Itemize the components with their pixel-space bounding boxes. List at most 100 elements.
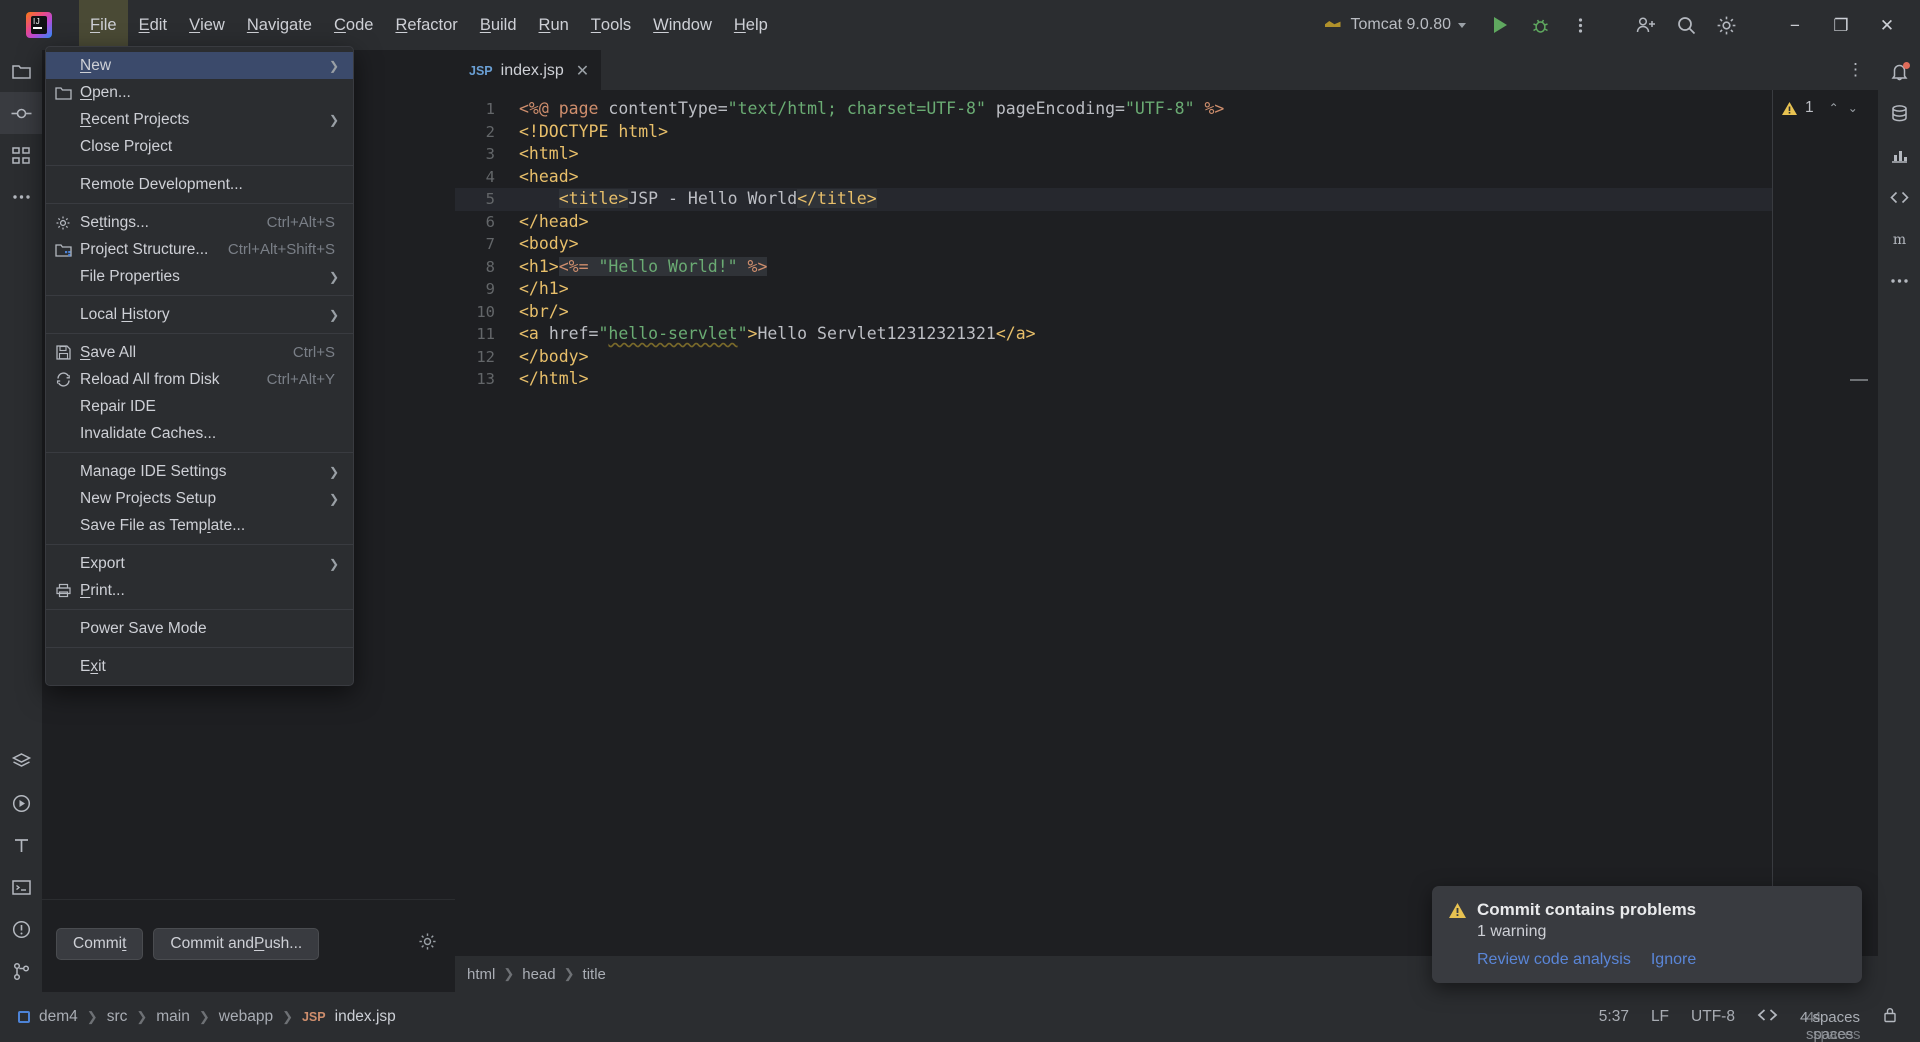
- menu-item-project-structure[interactable]: Project Structure... Ctrl+Alt+Shift+S: [46, 236, 353, 263]
- menu-item-label: Remote Development...: [80, 175, 243, 193]
- menu-item-manage-ide-settings[interactable]: Manage IDE Settings ❯: [46, 458, 353, 485]
- minimize-window-button[interactable]: −: [1772, 0, 1818, 50]
- status-path-src[interactable]: src: [107, 1008, 128, 1026]
- next-problem-button[interactable]: ⌄: [1848, 101, 1858, 115]
- previous-problem-button[interactable]: ⌃: [1829, 101, 1839, 115]
- lock-icon[interactable]: [1882, 1006, 1898, 1029]
- file-encoding[interactable]: UTF-8: [1691, 1008, 1735, 1026]
- profiler-icon: [1891, 150, 1907, 163]
- close-tab-icon[interactable]: ✕: [576, 61, 589, 81]
- menu-item-repair-ide[interactable]: Repair IDE: [46, 393, 353, 420]
- tool-window-project[interactable]: [0, 50, 42, 92]
- menu-item-remote-development[interactable]: Remote Development...: [46, 171, 353, 198]
- tool-window-git[interactable]: [0, 950, 42, 992]
- editor-options-button[interactable]: ⋮: [1847, 60, 1864, 80]
- close-window-button[interactable]: ✕: [1864, 0, 1910, 50]
- file-menu-dropdown[interactable]: New ❯ Open... Recent Projects ❯ Close Pr…: [45, 46, 354, 686]
- code-text: <h1><%= "Hello World!" %>: [519, 256, 768, 276]
- problem-marker[interactable]: [1850, 379, 1868, 381]
- commit-button[interactable]: Commi t: [56, 928, 144, 960]
- add-collaborator-button[interactable]: [1629, 8, 1663, 42]
- menu-item-save-all[interactable]: Save All Ctrl+S: [46, 339, 353, 366]
- menu-item-reload-all-from-disk[interactable]: Reload All from Disk Ctrl+Alt+Y: [46, 366, 353, 393]
- menu-separator: [46, 333, 353, 334]
- status-path-webapp[interactable]: webapp: [219, 1008, 273, 1026]
- review-code-analysis-link[interactable]: Review code analysis: [1477, 951, 1631, 969]
- line-number: 13: [476, 370, 495, 388]
- chevron-right-icon: ❯: [503, 966, 515, 981]
- submenu-arrow-icon: ❯: [328, 112, 339, 127]
- menu-item-save-file-as-template[interactable]: Save File as Template...: [46, 512, 353, 539]
- menu-code[interactable]: Code: [323, 0, 384, 50]
- indent-setting[interactable]: 4 spaces 4 spaces 4 spaces: [1800, 1009, 1861, 1042]
- tool-window-database[interactable]: [1878, 92, 1920, 134]
- tool-window-notifications[interactable]: [1878, 50, 1920, 92]
- debug-button[interactable]: [1523, 8, 1557, 42]
- menu-item-export[interactable]: Export ❯: [46, 550, 353, 577]
- code-style-icon[interactable]: [1757, 1007, 1778, 1028]
- menu-window[interactable]: Window: [642, 0, 723, 50]
- breadcrumb-item-title[interactable]: title: [583, 966, 606, 983]
- menu-bar[interactable]: File Edit View Navigate Code Refactor Bu…: [79, 0, 779, 50]
- chevron-down-icon[interactable]: [1458, 22, 1466, 28]
- code-editor[interactable]: 1 <%@ page contentType="text/html; charse…: [455, 90, 1878, 992]
- breadcrumb-item-html[interactable]: html: [467, 966, 495, 983]
- menu-item-print[interactable]: Print...: [46, 577, 353, 604]
- svg-text:m: m: [1892, 232, 1905, 248]
- menu-item-power-save-mode[interactable]: Power Save Mode: [46, 615, 353, 642]
- menu-run[interactable]: Run: [528, 0, 580, 50]
- notification-popup[interactable]: Commit contains problems 1 warning Revie…: [1432, 886, 1862, 983]
- search-everywhere-button[interactable]: [1669, 8, 1703, 42]
- status-path-main[interactable]: main: [156, 1008, 190, 1026]
- tool-window-profiler[interactable]: [1878, 134, 1920, 176]
- code-text: </h1>: [519, 279, 569, 298]
- menu-help[interactable]: Help: [723, 0, 779, 50]
- tool-window-services[interactable]: [0, 740, 42, 782]
- tool-window-terminal[interactable]: [0, 866, 42, 908]
- menu-file[interactable]: File: [79, 0, 128, 50]
- tool-window-code-with-me[interactable]: [1878, 176, 1920, 218]
- menu-item-settings[interactable]: Settings... Ctrl+Alt+S: [46, 209, 353, 236]
- tool-window-problems[interactable]: [0, 908, 42, 950]
- settings-button[interactable]: [1709, 8, 1743, 42]
- ignore-link[interactable]: Ignore: [1651, 951, 1696, 969]
- menu-item-new-projects-setup[interactable]: New Projects Setup ❯: [46, 485, 353, 512]
- caret-position[interactable]: 5:37: [1599, 1008, 1629, 1026]
- line-separator[interactable]: LF: [1651, 1008, 1669, 1026]
- menu-build[interactable]: Build: [469, 0, 528, 50]
- editor-tab-index-jsp[interactable]: JSP index.jsp ✕: [455, 50, 602, 90]
- menu-item-shortcut: Ctrl+Alt+Y: [266, 371, 335, 388]
- menu-item-new[interactable]: New ❯: [46, 52, 353, 79]
- menu-tools[interactable]: Tools: [580, 0, 642, 50]
- tool-window-commit[interactable]: [0, 92, 42, 134]
- commit-settings-button[interactable]: [418, 932, 437, 956]
- menu-item-exit[interactable]: Exit: [46, 653, 353, 680]
- menu-view[interactable]: View: [178, 0, 236, 50]
- more-actions-button[interactable]: [1563, 8, 1597, 42]
- run-button[interactable]: [1483, 8, 1517, 42]
- run-configuration-selector[interactable]: Tomcat 9.0.80: [1324, 16, 1466, 34]
- menu-item-close-project[interactable]: Close Project: [46, 133, 353, 160]
- tool-window-structure[interactable]: [0, 134, 42, 176]
- menu-item-local-history[interactable]: Local History ❯: [46, 301, 353, 328]
- menu-item-recent-projects[interactable]: Recent Projects ❯: [46, 106, 353, 133]
- menu-navigate[interactable]: Navigate: [236, 0, 323, 50]
- run-icon: [12, 794, 30, 812]
- menu-item-file-properties[interactable]: File Properties ❯: [46, 263, 353, 290]
- gear-icon: [419, 933, 436, 950]
- maximize-window-button[interactable]: ❐: [1818, 0, 1864, 50]
- tool-window-typography[interactable]: [0, 824, 42, 866]
- status-file-name[interactable]: index.jsp: [335, 1008, 396, 1026]
- tool-window-maven[interactable]: m: [1878, 218, 1920, 260]
- breadcrumb-item-head[interactable]: head: [522, 966, 555, 983]
- menu-item-invalidate-caches[interactable]: Invalidate Caches...: [46, 420, 353, 447]
- tool-window-more-right[interactable]: [1878, 260, 1920, 302]
- menu-edit[interactable]: Edit: [128, 0, 178, 50]
- status-project-name[interactable]: dem4: [39, 1008, 78, 1026]
- tool-window-more[interactable]: [0, 176, 42, 218]
- services-layers-icon: [11, 752, 31, 767]
- tool-window-run[interactable]: [0, 782, 42, 824]
- commit-and-push-button[interactable]: Commit and Push...: [153, 928, 320, 960]
- menu-refactor[interactable]: Refactor: [384, 0, 468, 50]
- menu-item-open[interactable]: Open...: [46, 79, 353, 106]
